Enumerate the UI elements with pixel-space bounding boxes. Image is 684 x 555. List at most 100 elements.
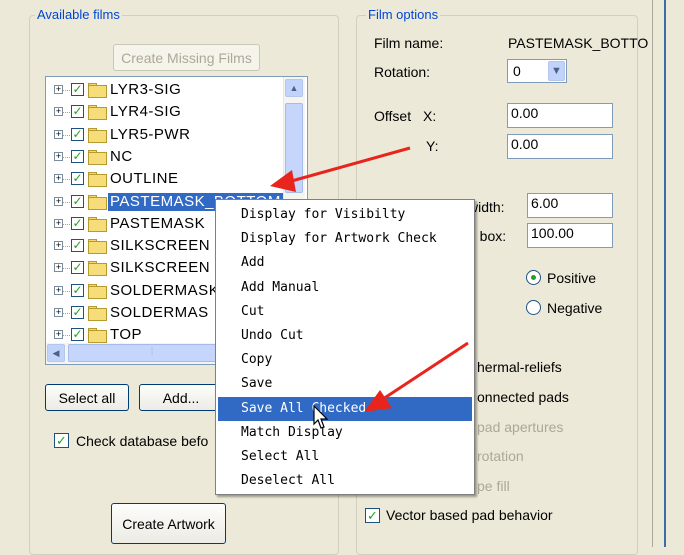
offset-x-field[interactable]: 0.00: [507, 103, 613, 128]
expand-icon[interactable]: +: [54, 107, 63, 117]
window-edge: [652, 0, 684, 547]
menu-item[interactable]: Save All Checked: [218, 396, 472, 421]
film-name[interactable]: LYR5-PWR: [108, 126, 192, 144]
menu-item[interactable]: Deselect All: [218, 469, 472, 493]
connected-pads-label: onnected pads: [477, 389, 569, 405]
folder-icon: [88, 83, 107, 98]
tree-row[interactable]: + ✓ OUTLINE: [46, 168, 286, 190]
tree-connector: [63, 179, 70, 181]
menu-item[interactable]: Cut: [218, 300, 472, 324]
add-button[interactable]: Add...: [139, 384, 223, 411]
negative-radio[interactable]: [526, 300, 541, 315]
thermal-reliefs-label: hermal-reliefs: [477, 359, 562, 375]
film-checkbox[interactable]: ✓: [71, 194, 84, 208]
menu-item[interactable]: Match Display: [218, 421, 472, 445]
film-checkbox[interactable]: ✓: [71, 104, 84, 119]
positive-radio[interactable]: [526, 270, 541, 285]
expand-icon[interactable]: +: [54, 151, 63, 161]
film-name[interactable]: OUTLINE: [108, 170, 181, 188]
scroll-up-icon[interactable]: ▲: [285, 79, 303, 97]
folder-icon: [88, 216, 107, 232]
film-name[interactable]: SILKSCREEN: [108, 259, 212, 277]
film-checkbox[interactable]: ✓: [71, 261, 84, 275]
expand-icon[interactable]: +: [54, 196, 63, 206]
tree-connector: [63, 156, 70, 158]
check-icon: ✓: [72, 215, 83, 230]
film-name[interactable]: NC: [108, 148, 135, 166]
film-name[interactable]: PASTEMASK: [108, 215, 207, 233]
film-checkbox[interactable]: ✓: [71, 306, 84, 319]
expand-icon[interactable]: +: [54, 330, 63, 340]
menu-item[interactable]: Undo Cut: [218, 324, 472, 348]
tree-row[interactable]: + ✓ LYR4-SIG: [46, 101, 286, 123]
scroll-thumb[interactable]: [285, 103, 303, 193]
folder-icon: [88, 105, 107, 121]
film-checkbox[interactable]: ✓: [71, 172, 84, 186]
menu-item[interactable]: Display for Visibilty: [218, 203, 472, 227]
tree-connector: [63, 90, 70, 91]
film-checkbox[interactable]: ✓: [71, 327, 84, 342]
tree-row[interactable]: + ✓ LYR3-SIG: [46, 79, 286, 101]
film-checkbox[interactable]: ✓: [71, 239, 84, 253]
box-field[interactable]: 100.00: [527, 223, 613, 248]
expand-icon[interactable]: +: [54, 85, 63, 94]
chevron-down-icon[interactable]: ▼: [548, 61, 565, 81]
menu-item[interactable]: Select All: [218, 445, 472, 469]
check-icon: ✓: [72, 327, 83, 342]
menu-item[interactable]: Save: [218, 372, 472, 396]
negative-label: Negative: [547, 300, 603, 316]
folder-icon: [88, 261, 107, 277]
film-name[interactable]: LYR3-SIG: [108, 81, 183, 99]
tree-connector: [63, 313, 70, 314]
film-name[interactable]: LYR4-SIG: [108, 103, 183, 121]
menu-item[interactable]: Add: [218, 251, 472, 275]
rotation-option-label: rotation: [477, 448, 524, 464]
horizontal-scroll-thumb[interactable]: ⁞: [68, 344, 236, 362]
film-checkbox[interactable]: ✓: [71, 149, 84, 163]
tree-row[interactable]: + ✓ LYR5-PWR: [46, 124, 286, 146]
expand-icon[interactable]: +: [54, 129, 63, 139]
check-icon: ✓: [367, 508, 378, 523]
tree-connector: [63, 290, 70, 292]
create-artwork-button[interactable]: Create Artwork: [111, 503, 226, 544]
menu-item[interactable]: Display for Artwork Check: [218, 227, 472, 251]
vector-pad-checkbox[interactable]: ✓: [365, 508, 380, 523]
tree-connector: [63, 134, 70, 136]
available-films-title: Available films: [35, 7, 122, 22]
film-name[interactable]: TOP: [108, 326, 144, 344]
tree-connector: [63, 268, 70, 270]
offset-y-field[interactable]: 0.00: [507, 134, 613, 159]
film-name-value: PASTEMASK_BOTTO: [508, 35, 649, 51]
mouse-cursor-icon: [313, 405, 329, 429]
expand-icon[interactable]: +: [54, 218, 63, 228]
expand-icon[interactable]: +: [54, 174, 63, 184]
width-field[interactable]: 6.00: [527, 193, 613, 218]
select-all-button[interactable]: Select all: [45, 384, 129, 411]
tree-row[interactable]: + ✓ NC: [46, 146, 286, 168]
expand-icon[interactable]: +: [54, 263, 63, 273]
tree-connector: [63, 201, 70, 203]
menu-item[interactable]: Add Manual: [218, 276, 472, 300]
check-icon: ✓: [72, 305, 83, 319]
check-icon: ✓: [72, 104, 83, 119]
create-missing-films-button[interactable]: Create Missing Films: [113, 44, 260, 71]
folder-icon: [88, 306, 107, 321]
film-name[interactable]: SOLDERMAS: [108, 304, 211, 322]
check-database-checkbox[interactable]: ✓: [54, 433, 69, 448]
film-checkbox[interactable]: ✓: [71, 127, 84, 141]
expand-icon[interactable]: +: [54, 285, 63, 295]
film-checkbox[interactable]: ✓: [71, 215, 84, 230]
check-icon: ✓: [72, 82, 83, 96]
menu-item[interactable]: Copy: [218, 348, 472, 372]
expand-icon[interactable]: +: [54, 241, 63, 251]
check-icon: ✓: [72, 282, 83, 297]
check-database-label: Check database befo: [76, 433, 209, 449]
scroll-left-icon[interactable]: ◀: [47, 344, 65, 362]
film-checkbox[interactable]: ✓: [71, 282, 84, 297]
film-name[interactable]: SOLDERMASK: [108, 282, 221, 300]
expand-icon[interactable]: +: [54, 308, 63, 317]
film-checkbox[interactable]: ✓: [71, 83, 84, 96]
rotation-select[interactable]: 0 ▼: [507, 59, 567, 83]
film-name[interactable]: SILKSCREEN: [108, 237, 212, 255]
offset-label: Offset: [374, 108, 412, 124]
